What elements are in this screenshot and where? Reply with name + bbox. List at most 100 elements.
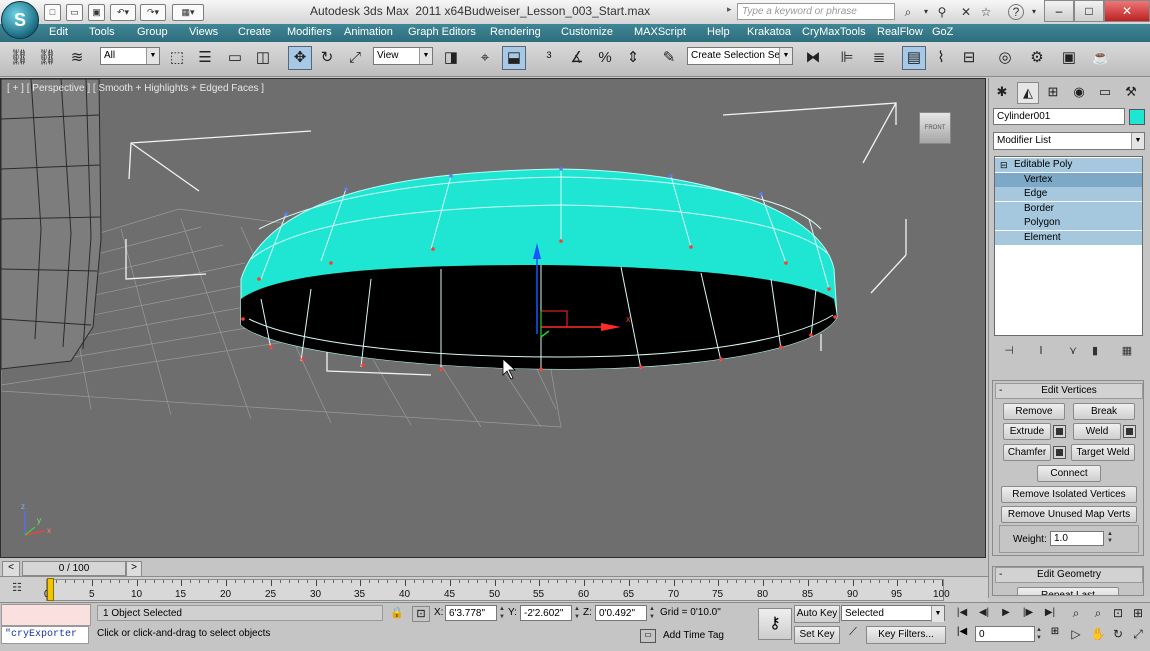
percent-snap-icon[interactable]: %: [594, 47, 616, 69]
stack-item-polygon[interactable]: Polygon: [995, 216, 1142, 230]
motion-tab-icon[interactable]: ◉: [1069, 82, 1089, 102]
menu-modifiers[interactable]: Modifiers: [287, 26, 332, 38]
help-icon[interactable]: ?: [1008, 4, 1024, 20]
modify-tab-icon[interactable]: ◭: [1017, 82, 1039, 104]
material-editor-icon[interactable]: ◎: [994, 47, 1016, 69]
stack-item-element[interactable]: Element: [995, 231, 1142, 245]
repeat-last-button[interactable]: Repeat Last: [1017, 587, 1119, 595]
collapse-icon[interactable]: -: [999, 568, 1002, 582]
binoculars-icon[interactable]: ⌕: [900, 4, 916, 20]
select-object-icon[interactable]: ⬚: [166, 47, 188, 69]
show-end-result-icon[interactable]: Ⅰ: [1034, 344, 1048, 358]
selection-lock-icon[interactable]: 🔒: [390, 606, 404, 620]
configure-modifier-sets-icon[interactable]: ▦: [1120, 344, 1134, 358]
search-input[interactable]: Type a keyword or phrase: [737, 3, 895, 20]
menu-rendering[interactable]: Rendering: [490, 26, 541, 38]
modifier-stack[interactable]: ⊟ Editable Poly Vertex Edge Border Polyg…: [994, 156, 1143, 336]
goto-start-icon[interactable]: |◀: [954, 606, 970, 620]
collapse-icon[interactable]: ⊟: [1000, 158, 1008, 172]
communication-center-icon[interactable]: ⚲: [934, 4, 950, 20]
time-prev-button[interactable]: <: [2, 561, 20, 577]
edit-geometry-header[interactable]: - Edit Geometry: [995, 567, 1143, 583]
stack-item-vertex[interactable]: Vertex: [995, 173, 1142, 187]
chamfer-settings-icon[interactable]: [1053, 446, 1066, 459]
viewport-label[interactable]: [ + ] [ Perspective ] [ Smooth + Highlig…: [7, 83, 264, 94]
target-weld-button[interactable]: Target Weld: [1071, 444, 1135, 461]
menu-customize[interactable]: Customize: [561, 26, 613, 38]
minimize-button[interactable]: –: [1044, 0, 1074, 22]
selection-filter-dropdown[interactable]: All ▼: [100, 47, 160, 65]
remove-isolated-vertices-button[interactable]: Remove Isolated Vertices: [1001, 486, 1137, 503]
time-next-button[interactable]: >: [126, 561, 142, 577]
keyboard-shortcut-override-icon[interactable]: ⬓: [502, 46, 526, 70]
edit-named-selections-icon[interactable]: ✎: [658, 47, 680, 69]
menu-graph-editors[interactable]: Graph Editors: [408, 26, 476, 38]
graphite-ribbon-icon[interactable]: ▤: [902, 46, 926, 70]
menu-tools[interactable]: Tools: [89, 26, 115, 38]
set-keys-icon[interactable]: ⚷: [758, 608, 792, 640]
search-chevron-icon[interactable]: ▸: [727, 4, 735, 19]
render-setup-icon[interactable]: ⚙: [1026, 47, 1048, 69]
mirror-icon[interactable]: ⧓: [802, 47, 824, 69]
previous-frame-icon[interactable]: ◀|: [976, 606, 992, 620]
object-color-swatch[interactable]: [1129, 109, 1145, 125]
menu-crymaxtools[interactable]: CryMaxTools: [802, 26, 866, 38]
spinner-snap-icon[interactable]: ⇕: [622, 47, 644, 69]
x-spinner-icon[interactable]: ▲ ▼: [499, 605, 505, 621]
binoculars-dropdown-icon[interactable]: ▾: [918, 4, 934, 20]
angle-snap-icon[interactable]: ∡: [566, 47, 588, 69]
display-tab-icon[interactable]: ▭: [1095, 82, 1115, 102]
new-file-icon[interactable]: □: [44, 4, 61, 21]
menu-create[interactable]: Create: [238, 26, 271, 38]
stack-item-editable-poly[interactable]: ⊟ Editable Poly: [995, 158, 1142, 172]
edit-vertices-header[interactable]: - Edit Vertices: [995, 383, 1143, 399]
time-slider-thumb[interactable]: 0 / 100: [22, 561, 126, 576]
field-of-view-icon[interactable]: ▷: [1068, 626, 1084, 642]
save-file-icon[interactable]: ▣: [88, 4, 105, 21]
maxscript-mini-input[interactable]: "cryExporter: [1, 626, 89, 644]
select-by-name-icon[interactable]: ☰: [194, 47, 216, 69]
help-dropdown-icon[interactable]: ▾: [1026, 4, 1042, 20]
set-key-button[interactable]: Set Key: [794, 626, 840, 644]
layer-manager-icon[interactable]: ≣: [868, 47, 890, 69]
viewcube[interactable]: FRONT: [919, 112, 951, 144]
undo-icon[interactable]: ↶▾: [110, 4, 136, 21]
current-frame-marker[interactable]: [47, 578, 54, 601]
close-button[interactable]: ✕: [1104, 0, 1150, 22]
create-tab-icon[interactable]: ✱: [992, 82, 1012, 102]
x-coordinate-field[interactable]: 6'3.778": [445, 605, 497, 621]
app-logo-button[interactable]: S: [1, 1, 39, 39]
menu-realflow[interactable]: RealFlow: [877, 26, 923, 38]
reference-coordinate-dropdown[interactable]: View ▼: [373, 47, 433, 65]
weight-input[interactable]: 1.0: [1050, 531, 1104, 546]
play-icon[interactable]: ▶: [998, 606, 1014, 620]
favorites-star-icon[interactable]: ☆: [978, 4, 994, 20]
maxscript-listener-mini[interactable]: [1, 604, 91, 626]
modifier-list-dropdown[interactable]: Modifier List ▼: [993, 132, 1145, 150]
stack-item-edge[interactable]: Edge: [995, 187, 1142, 201]
select-and-scale-icon[interactable]: ⤢: [344, 47, 366, 69]
subscription-icon[interactable]: ✕: [958, 4, 974, 20]
menu-krakatoa[interactable]: Krakatoa: [747, 26, 791, 38]
weld-settings-icon[interactable]: [1123, 425, 1136, 438]
time-slider-bar[interactable]: [0, 558, 988, 576]
zoom-extents-all-icon[interactable]: ⊞: [1130, 605, 1146, 621]
remove-unused-map-verts-button[interactable]: Remove Unused Map Verts: [1001, 506, 1137, 523]
orbit-icon[interactable]: ↻: [1110, 626, 1126, 642]
next-frame-icon[interactable]: |▶: [1020, 606, 1036, 620]
maximize-viewport-icon[interactable]: ⤢: [1130, 626, 1146, 642]
time-tag-icon[interactable]: ▭: [640, 629, 656, 643]
project-folder-icon[interactable]: ▦▾: [172, 4, 204, 21]
frame-spinner-icon[interactable]: ▲ ▼: [1036, 626, 1042, 642]
weight-spinner-icon[interactable]: ▲ ▼: [1106, 531, 1114, 546]
rectangular-selection-icon[interactable]: ▭: [224, 47, 246, 69]
hierarchy-tab-icon[interactable]: ⊞: [1043, 82, 1063, 102]
pan-view-icon[interactable]: ✋: [1090, 626, 1106, 642]
unlink-selection-icon[interactable]: ⛓: [36, 47, 58, 69]
menu-views[interactable]: Views: [189, 26, 218, 38]
window-crossing-icon[interactable]: ◫: [252, 47, 274, 69]
align-icon[interactable]: ⊫: [836, 47, 858, 69]
remove-button[interactable]: Remove: [1003, 403, 1065, 420]
z-coordinate-field[interactable]: 0'0.492": [595, 605, 647, 621]
add-time-tag-button[interactable]: Add Time Tag: [663, 630, 724, 641]
